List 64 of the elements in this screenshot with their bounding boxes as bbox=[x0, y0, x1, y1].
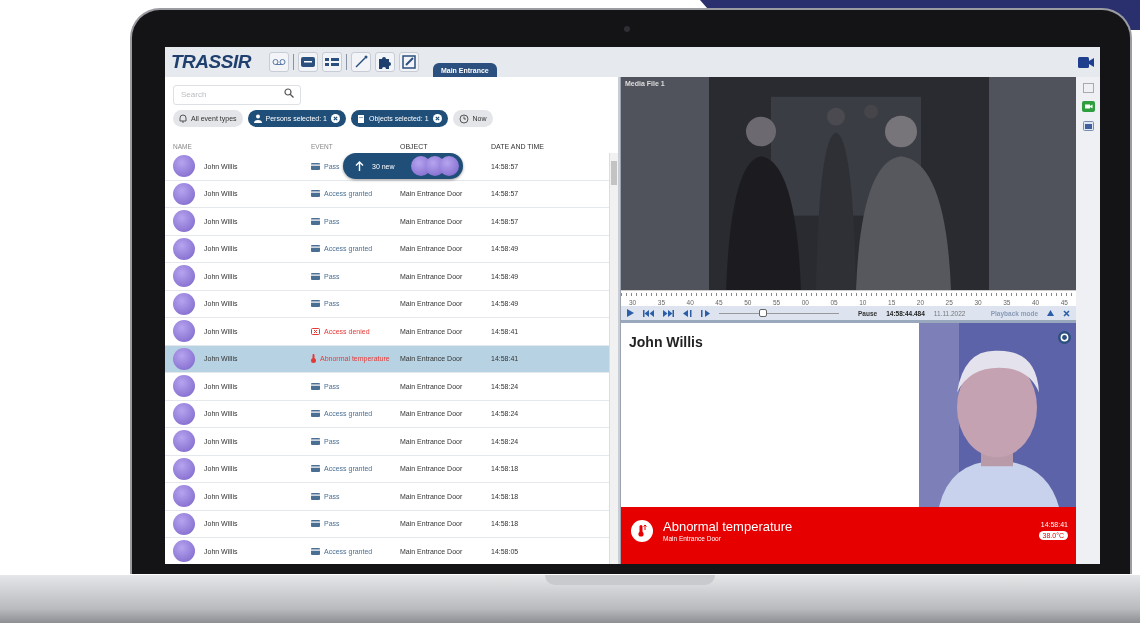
card-icon bbox=[311, 162, 320, 170]
clock-icon bbox=[458, 113, 469, 124]
search-field[interactable]: Search bbox=[173, 84, 301, 105]
slider-thumb[interactable] bbox=[759, 308, 768, 317]
clear-icon[interactable] bbox=[432, 114, 442, 123]
camera-icon[interactable] bbox=[1080, 99, 1096, 114]
person-icon bbox=[253, 114, 262, 123]
skip-forward-icon[interactable] bbox=[663, 309, 674, 317]
avatar bbox=[173, 292, 195, 315]
camera-lens bbox=[624, 26, 630, 32]
avatar bbox=[173, 265, 195, 288]
card-icon bbox=[311, 547, 320, 555]
avatar bbox=[173, 457, 195, 480]
card-icon bbox=[311, 300, 320, 308]
folder-icon[interactable] bbox=[1080, 118, 1096, 133]
search-icon bbox=[284, 88, 294, 98]
thermometer-icon bbox=[311, 354, 316, 364]
alert-title: Abnormal temperature bbox=[663, 519, 793, 534]
avatar bbox=[173, 182, 195, 205]
avatar bbox=[173, 320, 195, 343]
avatar bbox=[439, 156, 459, 176]
wand-icon[interactable] bbox=[350, 52, 371, 72]
card-icon bbox=[311, 437, 320, 445]
card-icon bbox=[311, 245, 320, 253]
avatar bbox=[173, 485, 195, 508]
video-camera-icon[interactable] bbox=[1078, 56, 1094, 68]
step-forward-icon[interactable] bbox=[701, 309, 710, 317]
settings-icon[interactable] bbox=[1058, 331, 1071, 344]
avatar bbox=[173, 430, 195, 453]
play-icon[interactable] bbox=[627, 309, 634, 317]
avatar bbox=[173, 512, 195, 535]
card-icon bbox=[311, 272, 320, 280]
card-icon bbox=[311, 465, 320, 473]
card-icon bbox=[311, 327, 320, 335]
scrollbar[interactable] bbox=[609, 153, 618, 564]
skip-back-icon[interactable] bbox=[643, 309, 654, 317]
collapse-icon[interactable] bbox=[1047, 310, 1054, 316]
avatar bbox=[173, 155, 195, 178]
edit-icon[interactable] bbox=[398, 52, 419, 72]
tape-icon[interactable] bbox=[268, 52, 289, 72]
avatar bbox=[173, 210, 195, 233]
step-back-icon[interactable] bbox=[683, 309, 692, 317]
bell-icon bbox=[179, 114, 187, 123]
close-icon[interactable] bbox=[1063, 309, 1070, 317]
card-icon bbox=[311, 520, 320, 528]
card-icon bbox=[311, 410, 320, 418]
building-icon bbox=[357, 114, 365, 123]
person-name: John Willis bbox=[629, 334, 703, 350]
card-icon bbox=[311, 382, 320, 390]
avatar bbox=[173, 375, 195, 398]
clear-icon[interactable] bbox=[331, 114, 340, 123]
chat-icon[interactable] bbox=[297, 52, 318, 72]
avatar bbox=[173, 237, 195, 260]
up-arrow-icon bbox=[355, 161, 364, 171]
avatar bbox=[173, 347, 195, 370]
list-icon[interactable] bbox=[321, 52, 342, 72]
logo: TRASSIR bbox=[171, 51, 251, 73]
card-icon bbox=[311, 217, 320, 225]
thermometer-icon bbox=[631, 519, 653, 542]
avatar bbox=[173, 402, 195, 425]
card-icon bbox=[311, 190, 320, 198]
avatar bbox=[173, 540, 195, 563]
card-icon bbox=[311, 492, 320, 500]
puzzle-icon[interactable] bbox=[374, 52, 395, 72]
